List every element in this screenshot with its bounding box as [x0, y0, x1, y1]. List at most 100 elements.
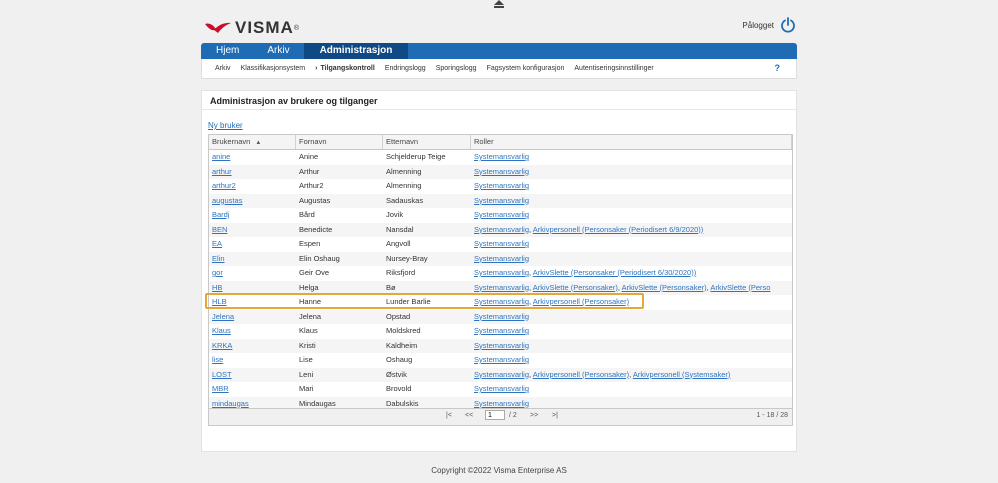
header-fornavn[interactable]: Fornavn — [296, 135, 383, 149]
role-link[interactable]: Systemansvarlig — [474, 384, 529, 393]
table-body: anine Anine Schjelderup Teige Systemansvarl… — [209, 150, 792, 411]
cell-etternavn: Opstad — [386, 311, 411, 321]
role-link[interactable]: Systemansvarlig — [474, 181, 529, 190]
subnav-autentiseringsinnstillinger[interactable]: Autentiseringsinnstillinger — [574, 65, 653, 72]
next-page-button[interactable]: >> — [530, 412, 538, 419]
role-link[interactable]: Systemansvarlig — [474, 152, 529, 161]
cell-brukernavn: Klaus — [209, 324, 296, 339]
cell-roller: Systemansvarlig — [471, 194, 792, 209]
table-row: MBR Mari Brovold Systemansvarlig — [209, 382, 792, 397]
main-nav: Hjem Arkiv Administrasjon — [201, 43, 797, 59]
subnav-klassifikasjonsystem[interactable]: Klassifikasjonsystem — [241, 65, 306, 72]
subnav-tilgangskontroll[interactable]: Tilgangskontroll — [320, 65, 374, 72]
header-roller[interactable]: Roller — [471, 135, 792, 149]
table-row: EA Espen Angvoll Systemansvarlig — [209, 237, 792, 252]
cell-etternavn: Nursey-Bray — [386, 253, 428, 263]
role-link[interactable]: ArkivSlette (Personsaker) — [622, 283, 707, 292]
cell-etternavn: Kaldheim — [386, 340, 418, 350]
subnav-fagsystem-konfigurasjon[interactable]: Fagsystem konfigurasjon — [487, 65, 565, 72]
tab-hjem[interactable]: Hjem — [201, 43, 253, 59]
role-link[interactable]: ArkivSlette (Personsaker (Periodisert 6/… — [533, 268, 696, 277]
tab-administrasjon[interactable]: Administrasjon — [303, 43, 409, 59]
username-link[interactable]: lise — [212, 355, 223, 364]
role-link[interactable]: Systemansvarlig — [474, 283, 529, 292]
username-link[interactable]: anine — [212, 152, 230, 161]
role-link[interactable]: Systemansvarlig — [474, 210, 529, 219]
cell-brukernavn: Elin — [209, 252, 296, 267]
role-link[interactable]: Systemansvarlig — [474, 341, 529, 350]
role-link[interactable]: Systemansvarlig — [474, 399, 529, 408]
username-link[interactable]: EA — [212, 239, 222, 248]
username-link[interactable]: KRKA — [212, 341, 232, 350]
help-icon[interactable]: ? — [775, 63, 781, 73]
username-link[interactable]: arthur2 — [212, 181, 236, 190]
title-divider — [202, 109, 796, 110]
role-link[interactable]: Arkivpersonell (Systemsaker) — [633, 370, 731, 379]
role-link[interactable]: Systemansvarlig — [474, 167, 529, 176]
cell-roller: Systemansvarlig — [471, 382, 792, 397]
cell-brukernavn: arthur — [209, 165, 296, 180]
username-link[interactable]: augustas — [212, 196, 242, 205]
username-link[interactable]: Bardj — [212, 210, 230, 219]
cell-brukernavn: MBR — [209, 382, 296, 397]
cell-etternavn: Moldskred — [386, 326, 421, 335]
subnav-endringslogg[interactable]: Endringslogg — [385, 65, 426, 72]
cell-brukernavn: Jelena — [209, 310, 296, 325]
username-link[interactable]: Klaus — [212, 326, 231, 335]
role-link[interactable]: Systemansvarlig — [474, 239, 529, 248]
role-link[interactable]: Systemansvarlig — [474, 370, 529, 379]
subnav-sporingslogg[interactable]: Sporingslogg — [436, 65, 477, 72]
role-link[interactable]: Systemansvarlig — [474, 355, 529, 364]
page-total: / 2 — [509, 412, 517, 419]
header-etternavn[interactable]: Etternavn — [383, 135, 471, 149]
role-link[interactable]: Systemansvarlig — [474, 268, 529, 277]
cell-fornavn: Anine — [299, 152, 319, 161]
page-number-input[interactable] — [485, 410, 505, 420]
role-link[interactable]: Systemansvarlig — [474, 326, 529, 335]
prev-page-button[interactable]: << — [465, 412, 473, 419]
table-header: Brukernavn ▲ Fornavn Etternavn Roller — [209, 135, 792, 150]
cell-fornavn: Geir Ove — [299, 268, 330, 277]
username-link[interactable]: mindaugas — [212, 399, 249, 408]
power-icon[interactable] — [780, 17, 796, 33]
username-link[interactable]: MBR — [212, 384, 229, 393]
cell-brukernavn: augustas — [209, 194, 296, 209]
username-link[interactable]: Elin — [212, 254, 225, 263]
cell-roller: Systemansvarlig, Arkivpersonell (Persons… — [471, 223, 792, 238]
cell-roller: Systemansvarlig — [471, 237, 792, 252]
header-brukernavn[interactable]: Brukernavn ▲ — [209, 135, 296, 149]
cell-fornavn: Arthur — [299, 166, 320, 176]
username-link[interactable]: BEN — [212, 225, 227, 234]
subnav-arkiv[interactable]: Arkiv — [215, 65, 231, 72]
role-link[interactable]: Arkivpersonell (Personsaker (Periodisert… — [533, 225, 704, 234]
record-range: 1 - 18 / 28 — [756, 412, 788, 419]
cell-roller: Systemansvarlig — [471, 179, 792, 194]
username-link[interactable]: HB — [212, 283, 222, 292]
username-link[interactable]: Jelena — [212, 312, 234, 321]
cell-etternavn: Østvik — [386, 369, 407, 379]
role-link[interactable]: Arkivpersonell (Personsaker) — [533, 370, 629, 379]
role-link[interactable]: Systemansvarlig — [474, 254, 529, 263]
cell-brukernavn: BEN — [209, 223, 296, 238]
username-link[interactable]: gor — [212, 268, 223, 277]
role-link[interactable]: Systemansvarlig — [474, 196, 529, 205]
username-link[interactable]: arthur — [212, 167, 232, 176]
cell-fornavn: Augustas — [299, 195, 331, 205]
last-page-button[interactable]: >| — [552, 412, 558, 419]
new-user-link[interactable]: Ny bruker — [208, 121, 243, 130]
role-link[interactable]: ArkivSlette (Perso — [710, 283, 770, 292]
first-page-button[interactable]: |< — [446, 412, 452, 419]
table-row: lise Lise Oshaug Systemansvarlig — [209, 353, 792, 368]
role-link[interactable]: ArkivSlette (Personsaker) — [533, 283, 618, 292]
role-link[interactable]: Systemansvarlig — [474, 225, 529, 234]
tab-arkiv[interactable]: Arkiv — [253, 43, 303, 59]
username-link[interactable]: LOST — [212, 370, 232, 379]
table-row: anine Anine Schjelderup Teige Systemansvarl… — [209, 150, 792, 165]
page-title: Administrasjon av brukere og tilganger — [210, 96, 378, 106]
cell-etternavn: Riksfjord — [386, 268, 416, 277]
role-link[interactable]: Systemansvarlig — [474, 312, 529, 321]
table-row: arthur Arthur Almenning Systemansvarlig — [209, 164, 792, 180]
table-row: BEN Benedicte Nansdal Systemansvarlig, Arki… — [209, 222, 792, 238]
table-row: Elin Elin Oshaug Nursey-Bray Systemansvarli… — [209, 251, 792, 267]
cell-fornavn: Espen — [299, 239, 321, 248]
